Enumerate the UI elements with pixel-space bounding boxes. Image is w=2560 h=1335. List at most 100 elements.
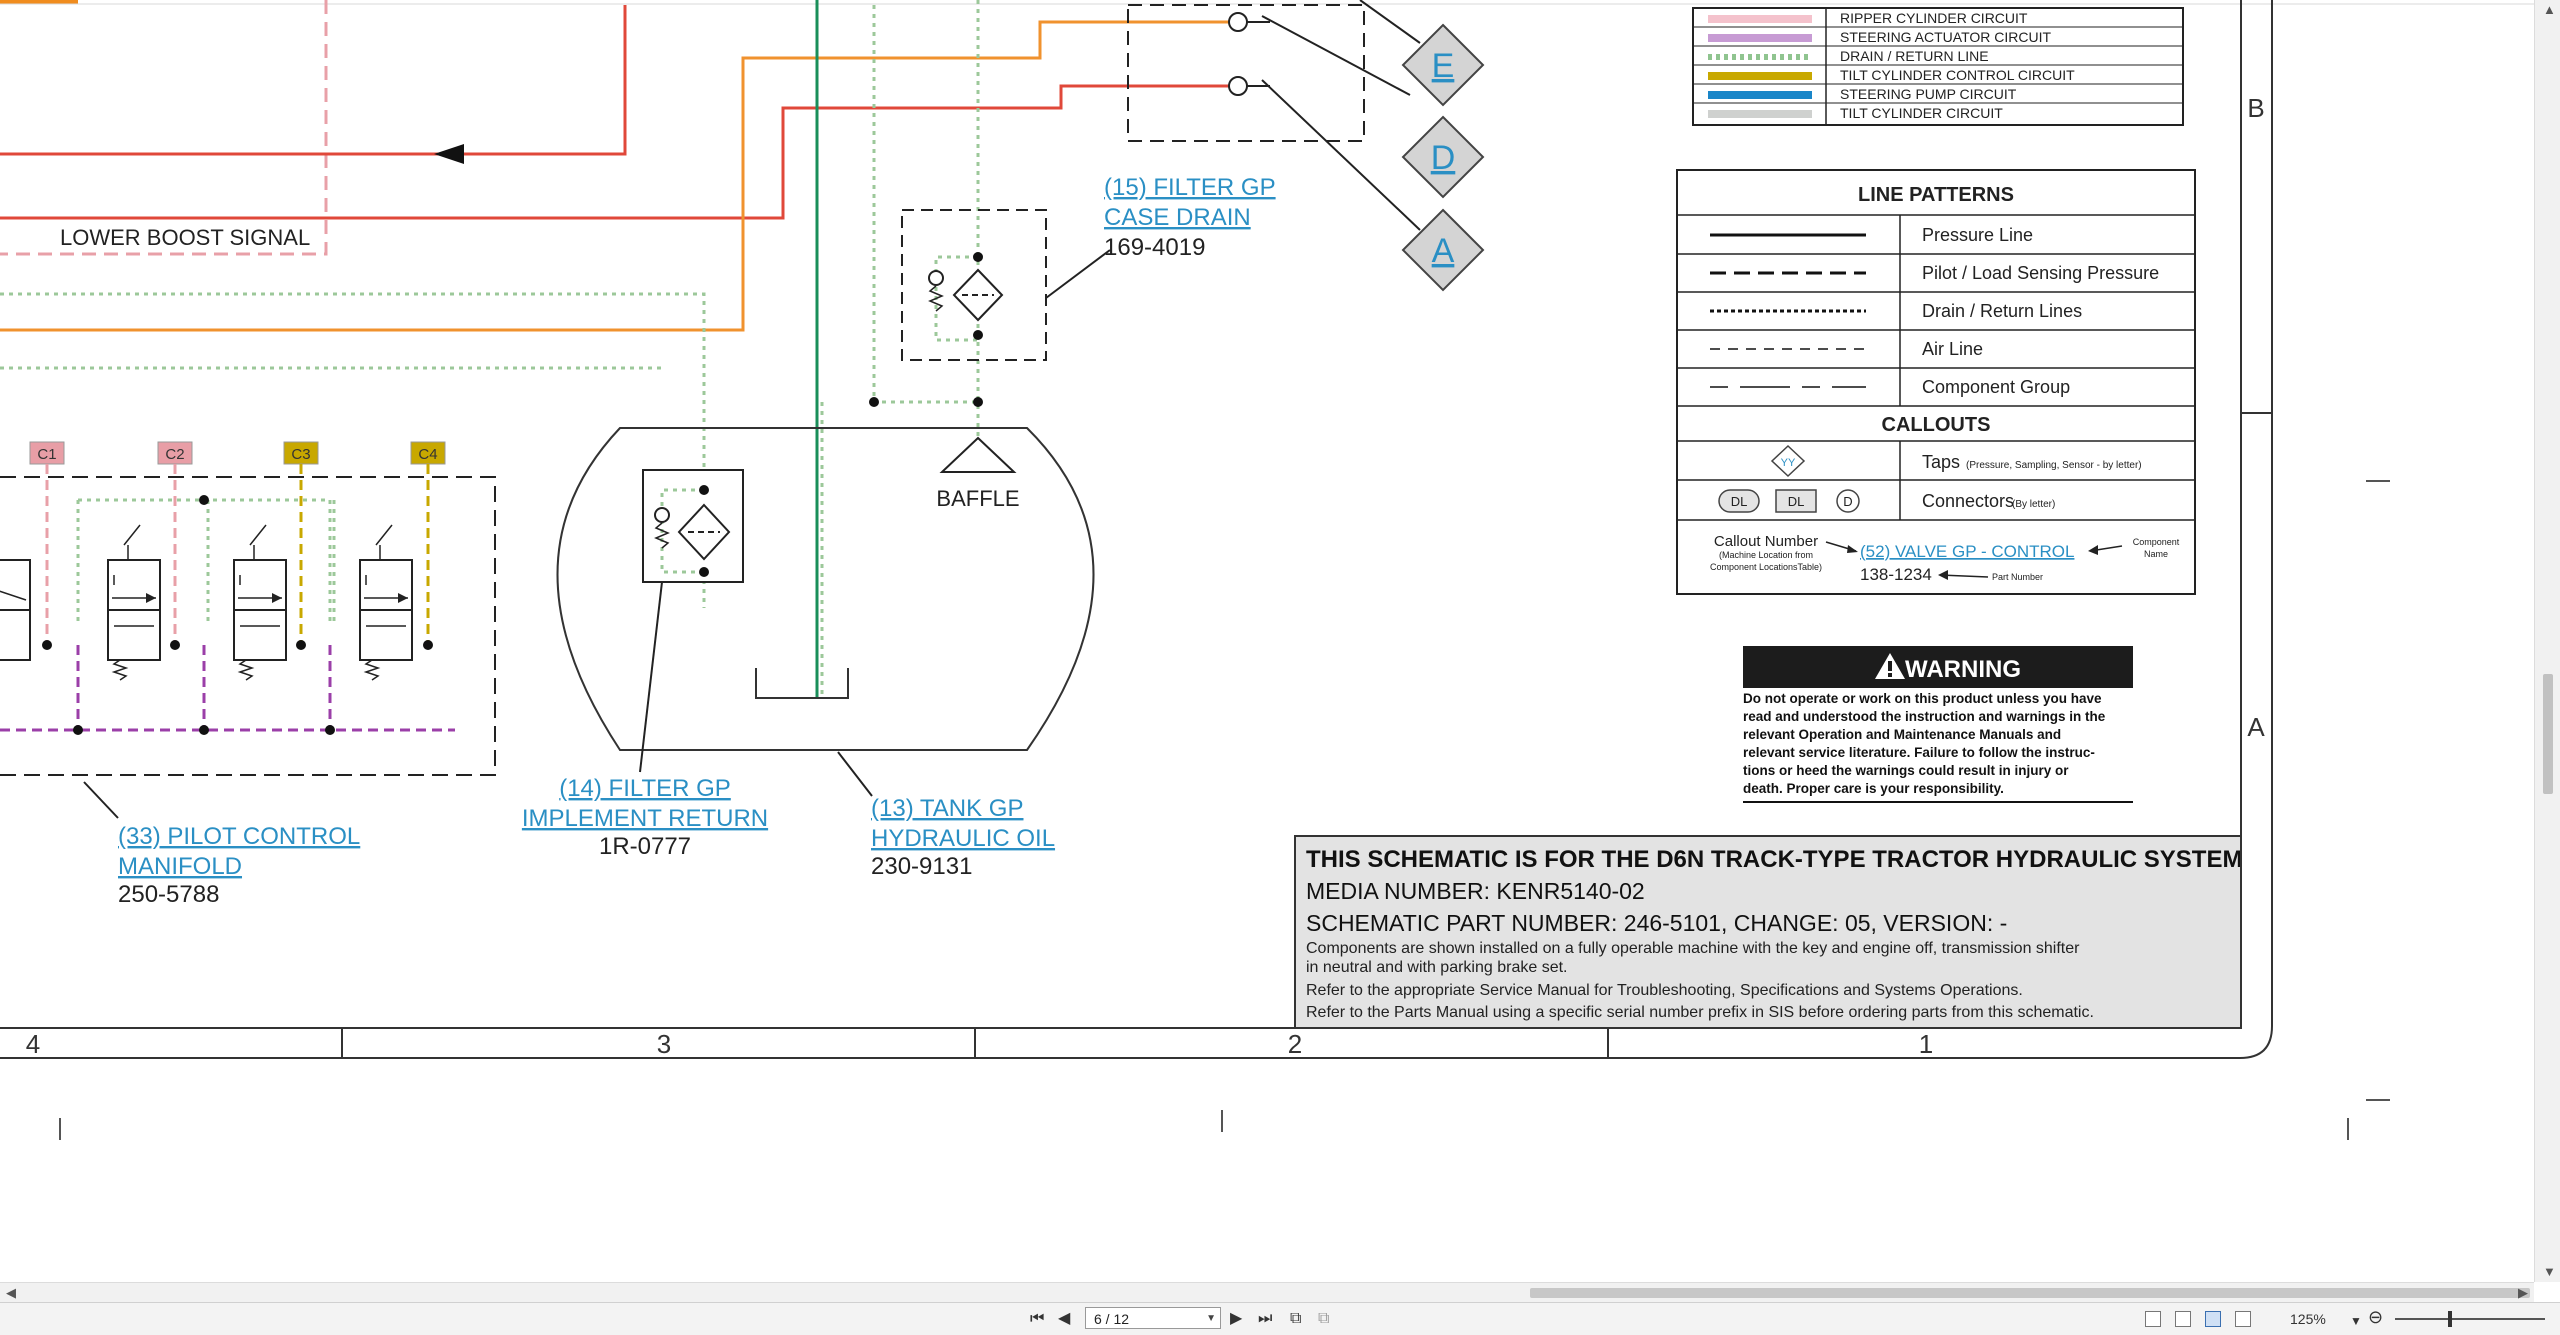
horizontal-scroll-thumb[interactable] (1530, 1288, 2530, 1298)
port-c2: C2 (165, 446, 184, 463)
grid-column-label: 2 (1288, 1029, 1302, 1059)
schematic-sheet: E D A (15) FILTER GP CASE DRAIN 169-4019… (0, 0, 2534, 1140)
pilot-valve-2 (107, 524, 180, 681)
warning-title: WARNING (1905, 656, 2021, 683)
connector-d[interactable]: D (1401, 115, 1485, 199)
warning-text-line: read and understood the instruction and … (1743, 709, 2106, 724)
line-connector (1228, 12, 1248, 32)
warning-text-line: tions or heed the warnings could result … (1743, 763, 2069, 778)
warning-text-line: death. Proper care is your responsibilit… (1743, 781, 2004, 796)
legend-label: DRAIN / RETURN LINE (1840, 48, 1989, 64)
title-block-note: Refer to the appropriate Service Manual … (1306, 982, 2023, 999)
callout-number-note: Component LocationsTable) (1710, 562, 1822, 572)
example-callout-link[interactable]: (52) VALVE GP - CONTROL (1860, 542, 2074, 561)
case-drain-filter-link[interactable]: (15) FILTER GP (1104, 174, 1276, 201)
ripper-signal-line (0, 0, 328, 256)
implement-return-filter-part: 1R-0777 (599, 833, 691, 860)
pilot-valve-3 (233, 524, 306, 681)
drain-line-3 (872, 5, 978, 404)
pattern-label: Drain / Return Lines (1922, 301, 2082, 321)
single-page-view-icon[interactable] (2145, 1311, 2161, 1327)
fit-page-icon[interactable]: ⧉ (1290, 1309, 1301, 1329)
implement-return-filter-link-2[interactable]: IMPLEMENT RETURN (522, 805, 768, 832)
page-dropdown-icon[interactable]: ▼ (1206, 1308, 1216, 1330)
case-drain-filter-symbol (928, 252, 1004, 342)
last-page-icon[interactable]: ⏭ (1258, 1309, 1272, 1329)
scroll-right-arrow[interactable]: ▶ (2518, 1283, 2528, 1303)
continuous-two-page-icon[interactable] (2235, 1311, 2251, 1327)
zoom-out-icon[interactable]: ⊖ (2368, 1307, 2383, 1327)
tap-symbol-label: YY (1781, 457, 1796, 469)
pilot-manifold-link-2[interactable]: MANIFOLD (118, 853, 242, 880)
implement-return-filter-link[interactable]: (14) FILTER GP (559, 775, 731, 802)
connector-symbol-label: D (1843, 494, 1852, 509)
connector-symbol-label: DL (1788, 494, 1805, 509)
ports-row: C1 C2 C3 C4 (29, 441, 446, 465)
horizontal-scrollbar[interactable]: ◀ ▶ (0, 1282, 2534, 1303)
pilot-manifold-link[interactable]: (33) PILOT CONTROL (118, 823, 360, 850)
connector-e[interactable]: E (1401, 23, 1485, 107)
viewer-status-bar: ⏮ ◀ 6 / 12 ▼ ▶ ⏭ ⧉ ⧉ 125% ▼ ⊖ (0, 1302, 2560, 1335)
fit-width-icon[interactable]: ⧉ (1318, 1309, 1329, 1329)
zoom-slider-track[interactable] (2395, 1318, 2545, 1320)
connector-a-label[interactable]: A (1432, 232, 1455, 270)
zoom-level[interactable]: 125% (2290, 1311, 2326, 1327)
title-block-part: SCHEMATIC PART NUMBER: 246-5101, CHANGE:… (1306, 910, 2007, 936)
title-block: THIS SCHEMATIC IS FOR THE D6N TRACK-TYPE… (1294, 835, 2242, 1029)
warning-text-line: relevant service literature. Failure to … (1743, 745, 2095, 760)
legend-label: RIPPER CYLINDER CIRCUIT (1840, 10, 2028, 26)
vertical-scroll-thumb[interactable] (2543, 674, 2553, 794)
pilot-manifold-part: 250-5788 (118, 881, 219, 908)
pattern-label: Air Line (1922, 339, 1983, 359)
scroll-left-arrow[interactable]: ◀ (6, 1283, 16, 1303)
part-number-note: Part Number (1992, 572, 2043, 582)
junction-dot (869, 397, 879, 407)
pattern-label: Component Group (1922, 377, 2070, 397)
legend-label: STEERING PUMP CIRCUIT (1840, 86, 2017, 102)
previous-page-icon[interactable]: ◀ (1058, 1309, 1070, 1329)
grid-column-label: 4 (26, 1029, 40, 1059)
taps-label: Taps (1922, 452, 1960, 472)
grid-row-label: B (2247, 93, 2264, 123)
pilot-valve-4 (359, 524, 433, 681)
taps-note: (Pressure, Sampling, Sensor - by letter) (1966, 460, 2142, 471)
zoom-dropdown-icon[interactable]: ▼ (2350, 1311, 2362, 1331)
port-c1: C1 (37, 446, 56, 463)
hydraulic-oil-tank (556, 427, 1095, 751)
top-accent-bar (0, 0, 78, 4)
legend-label: TILT CYLINDER CIRCUIT (1840, 105, 2003, 121)
next-page-icon[interactable]: ▶ (1230, 1309, 1242, 1329)
line-patterns-table: LINE PATTERNS Pressure Line Pilot / Load… (1676, 169, 2196, 595)
connector-a[interactable]: A (1401, 208, 1485, 292)
red-pressure-line-1 (0, 5, 627, 156)
first-page-icon[interactable]: ⏮ (1030, 1309, 1044, 1329)
warning-text-line: Do not operate or work on this product u… (1743, 691, 2102, 706)
tank-diffuser (755, 668, 849, 699)
document-viewport[interactable]: E D A (15) FILTER GP CASE DRAIN 169-4019… (0, 0, 2534, 1282)
baffle-label: BAFFLE (936, 486, 1019, 511)
connector-e-label[interactable]: E (1432, 47, 1455, 85)
callout-number-note: (Machine Location from (1719, 550, 1813, 560)
vertical-scrollbar[interactable]: ▲ ▼ (2534, 0, 2560, 1282)
port-c4: C4 (418, 446, 437, 463)
connector-symbol-label: DL (1731, 494, 1748, 509)
tank-link-2[interactable]: HYDRAULIC OIL (871, 825, 1055, 852)
two-page-view-icon[interactable] (2205, 1311, 2221, 1327)
scroll-up-arrow[interactable]: ▲ (2543, 0, 2556, 20)
callout-number-label: Callout Number (1714, 533, 1818, 550)
lower-boost-signal-label: LOWER BOOST SIGNAL (60, 225, 310, 250)
example-part-number: 138-1234 (1860, 565, 1932, 584)
zoom-slider-handle[interactable] (2448, 1311, 2452, 1327)
page-number-field[interactable]: 6 / 12 ▼ (1085, 1307, 1221, 1329)
baffle-symbol (939, 436, 1017, 473)
connector-d-label[interactable]: D (1431, 139, 1456, 177)
tank-link[interactable]: (13) TANK GP (871, 795, 1023, 822)
continuous-view-icon[interactable] (2175, 1311, 2191, 1327)
orange-pressure-line (0, 20, 1233, 332)
grid-column-label: 3 (657, 1029, 671, 1059)
junction-dot (973, 397, 983, 407)
title-block-title: THIS SCHEMATIC IS FOR THE D6N TRACK-TYPE… (1306, 846, 2242, 873)
case-drain-filter-link-2[interactable]: CASE DRAIN (1104, 204, 1251, 231)
scroll-down-arrow[interactable]: ▼ (2543, 1262, 2556, 1282)
component-name-note: Name (2144, 549, 2168, 559)
